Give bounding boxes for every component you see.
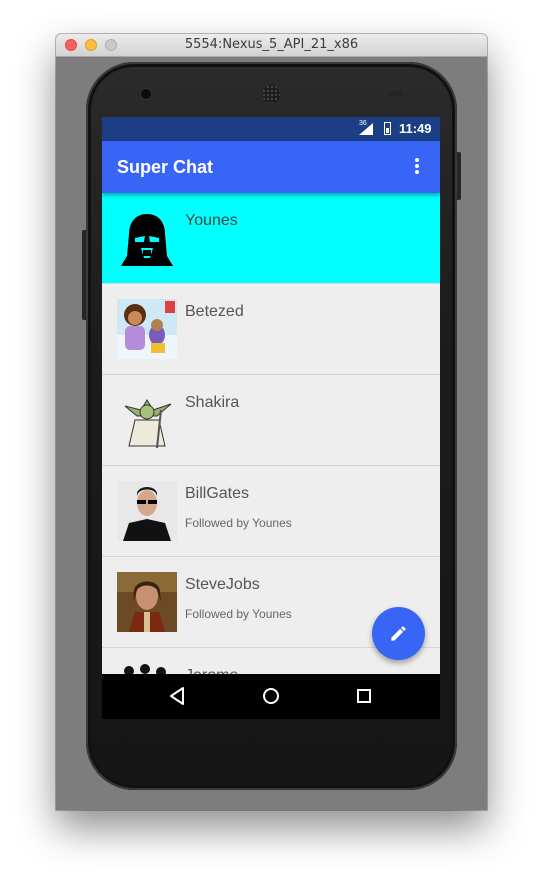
back-icon[interactable]: [168, 686, 188, 706]
front-camera: [141, 89, 151, 99]
window-titlebar: 5554:Nexus_5_API_21_x86: [56, 34, 487, 57]
contact-subtitle: Followed by Younes: [185, 607, 292, 621]
app-title: Super Chat: [117, 157, 214, 177]
status-bar: 36 11:49: [102, 117, 440, 141]
contact-row[interactable]: Shakira: [102, 375, 440, 466]
dora-avatar: [117, 299, 177, 359]
contact-row[interactable]: Younes: [102, 193, 440, 284]
darth-vader-avatar: [117, 208, 177, 268]
battery-icon: [384, 122, 391, 135]
yoda-avatar: [117, 390, 177, 450]
proximity-sensor: [388, 91, 402, 96]
contact-name: Betezed: [185, 303, 244, 320]
edit-pencil-icon: [391, 626, 406, 641]
contact-name: Shakira: [185, 394, 240, 411]
app-bar: Super Chat: [102, 141, 440, 193]
neo-avatar: [117, 481, 177, 541]
android-nav-bar: [102, 674, 440, 719]
earpiece-speaker: [262, 85, 280, 103]
compose-fab[interactable]: [372, 607, 425, 660]
contact-subtitle: Followed by Younes: [185, 516, 292, 530]
status-time: 11:49: [399, 121, 432, 136]
home-icon[interactable]: [261, 686, 281, 706]
contact-name: SteveJobs: [185, 576, 260, 593]
hobbit-avatar: [117, 572, 177, 632]
contact-row[interactable]: Betezed: [102, 284, 440, 375]
contact-name: Younes: [185, 212, 238, 229]
more-vert-icon[interactable]: [411, 158, 423, 176]
contact-row[interactable]: BillGates Followed by Younes: [102, 466, 440, 557]
signal-icon: [359, 123, 373, 135]
window-title: 5554:Nexus_5_API_21_x86: [184, 37, 359, 52]
contact-name: BillGates: [185, 485, 250, 502]
recents-icon[interactable]: [354, 686, 374, 706]
device-screen: 36 11:49 Super Chat Younes Betezed Shaki…: [102, 117, 440, 719]
